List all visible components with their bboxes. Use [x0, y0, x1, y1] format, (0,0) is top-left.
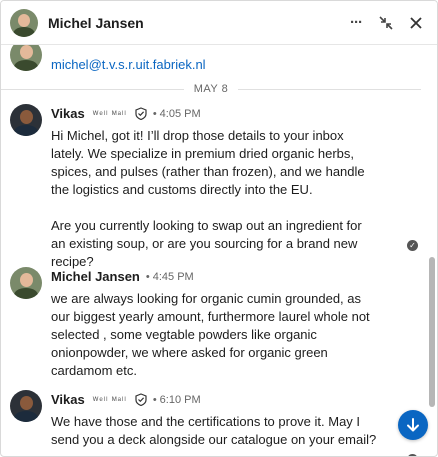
verified-shield-icon	[135, 393, 147, 406]
message-item: Michel Jansen • 4:45 PM we are always lo…	[1, 267, 421, 387]
close-icon	[410, 16, 422, 29]
divider	[238, 88, 421, 90]
scrollbar-thumb[interactable]	[429, 257, 435, 407]
avatar[interactable]	[10, 45, 42, 71]
sender-name[interactable]: Vikas	[51, 106, 85, 121]
message-meta: Michel Jansen • 4:45 PM	[51, 269, 194, 284]
date-label: MAY 8	[193, 83, 229, 95]
scroll-to-bottom-button[interactable]	[398, 410, 428, 440]
sender-name[interactable]: Michel Jansen	[51, 269, 140, 284]
more-icon: ···	[350, 14, 363, 31]
contact-name[interactable]: Michel Jansen	[48, 15, 342, 31]
timestamp: 4:45 PM	[152, 270, 194, 283]
date-separator: MAY 8	[1, 81, 421, 97]
verified-shield-icon	[135, 107, 147, 120]
previous-message: michel@t.v.s.r.uit.fabriek.nl	[1, 45, 437, 77]
sender-subtitle: ᵂᵉˡˡ ᴹᵃˡˡ	[92, 394, 127, 405]
conversation-header: Michel Jansen ···	[1, 1, 437, 45]
separator-dot: •	[152, 107, 157, 120]
avatar[interactable]	[10, 390, 42, 422]
message-body: Hi Michel, got it! I’ll drop those detai…	[51, 128, 365, 269]
scroll-down-arrow-icon	[407, 418, 419, 432]
message-meta: Vikas ᵂᵉˡˡ ᴹᵃˡˡ • 6:10 PM	[51, 392, 201, 407]
message-body: we are always looking for organic cumin …	[51, 291, 370, 378]
sender-name[interactable]: Vikas	[51, 392, 85, 407]
message-body: We have those and the certifications to …	[51, 414, 377, 447]
timestamp: 4:05 PM	[159, 107, 201, 120]
more-options-button[interactable]: ···	[342, 9, 370, 37]
message-item: Vikas ᵂᵉˡˡ ᴹᵃˡˡ • 6:10 PM We have those …	[1, 390, 421, 456]
message-meta: Vikas ᵂᵉˡˡ ᴹᵃˡˡ • 4:05 PM	[51, 106, 201, 121]
divider	[1, 88, 184, 90]
minimize-icon	[379, 15, 393, 30]
close-button[interactable]	[402, 9, 430, 37]
email-link[interactable]: michel@t.v.s.r.uit.fabriek.nl	[51, 57, 206, 72]
message-item: Vikas ᵂᵉˡˡ ᴹᵃˡˡ • 4:05 PM Hi Michel, got…	[1, 104, 421, 269]
read-receipt-icon: ✓	[407, 240, 418, 251]
message-list[interactable]: michel@t.v.s.r.uit.fabriek.nl MAY 8 Vika…	[1, 45, 437, 456]
contact-avatar[interactable]	[10, 8, 38, 37]
messaging-window: Michel Jansen ··· michel@t.v.s.r.uit.fab…	[0, 0, 438, 457]
separator-dot: •	[152, 393, 157, 406]
sender-subtitle: ᵂᵉˡˡ ᴹᵃˡˡ	[92, 108, 127, 119]
avatar[interactable]	[10, 104, 42, 136]
avatar[interactable]	[10, 267, 42, 299]
timestamp: 6:10 PM	[159, 393, 201, 406]
minimize-button[interactable]	[372, 9, 400, 37]
separator-dot: •	[145, 270, 150, 283]
